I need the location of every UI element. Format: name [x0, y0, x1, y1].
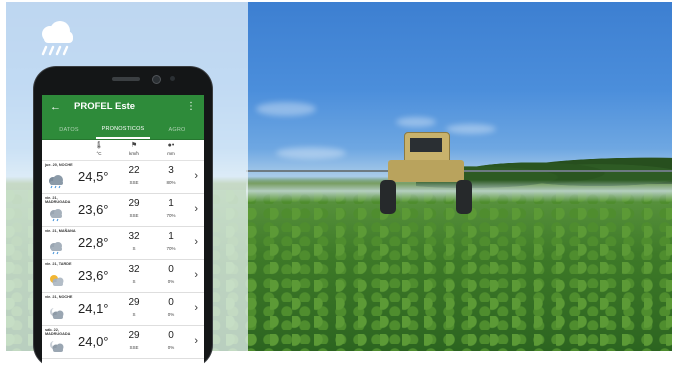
wind-direction: S — [132, 246, 136, 251]
rain-amount-value: 1 — [168, 198, 174, 209]
wind-speed-value: 32 — [128, 264, 140, 275]
arrow-back-icon[interactable]: ← — [50, 100, 61, 114]
smartphone: ← PROFEL Este ⋮ DATOS PRONOSTICOS AGRO 🌡… — [34, 67, 212, 367]
forecast-list: jue. 20, NOCHE 24,5° 22 SSE 3 80% › vie.… — [42, 161, 204, 359]
sprayer-tractor — [376, 132, 476, 216]
front-camera-icon — [152, 75, 161, 84]
wind-speed-value: 22 — [128, 165, 140, 176]
forecast-row[interactable]: vie. 21, MADRUGADA 23,6° 29 SSE 1 70% › — [42, 194, 204, 227]
wind-direction: SSE — [129, 345, 139, 350]
rain-amount-value: 3 — [168, 165, 174, 176]
thermometer-icon: 🌡 — [94, 142, 104, 149]
temperature-value: 24,5° — [78, 169, 109, 184]
chevron-right-icon[interactable]: › — [194, 170, 198, 182]
rain-probability: 70% — [166, 246, 176, 251]
chevron-right-icon[interactable]: › — [194, 203, 198, 215]
rain-cloud-icon — [49, 175, 63, 189]
rain-amount-value: 0 — [168, 264, 174, 275]
column-header: 🌡 °C ⚑ km/h ●• mm — [42, 140, 204, 161]
temperature-value: 24,1° — [78, 301, 109, 316]
rain-amount-value: 0 — [168, 330, 174, 341]
wind-speed-value: 32 — [128, 231, 140, 242]
sensor-icon — [170, 76, 175, 81]
chevron-right-icon[interactable]: › — [194, 236, 198, 248]
period-label: vie. 21, MADRUGADA — [45, 196, 71, 205]
sun-cloud-icon — [50, 275, 64, 286]
rain-drops-icon: ●• — [167, 142, 175, 149]
wind-unit: km/h — [129, 151, 139, 156]
rain-probability: 0% — [167, 312, 175, 317]
period-label: vie. 21, MAÑANA — [45, 229, 76, 233]
temp-column: 🌡 °C — [87, 141, 111, 156]
rain-amount-value: 1 — [168, 231, 174, 242]
wind-direction: SSE — [129, 180, 139, 185]
phone-speaker — [112, 77, 140, 81]
forecast-row[interactable]: sáb. 22, MADRUGADA 24,0° 29 SSE 0 0% › — [42, 326, 204, 359]
temperature-value: 23,6° — [78, 202, 109, 217]
rain-probability: 0% — [167, 345, 175, 350]
wind-flag-icon: ⚑ — [130, 142, 138, 149]
wind-speed-value: 29 — [128, 330, 140, 341]
period-label: sáb. 22, MADRUGADA — [45, 328, 71, 337]
app-screen: ← PROFEL Este ⋮ DATOS PRONOSTICOS AGRO 🌡… — [42, 95, 204, 367]
forecast-row[interactable]: vie. 21, MAÑANA 22,8° 32 S 1 70% › — [42, 227, 204, 260]
rain-probability: 0% — [167, 279, 175, 284]
temperature-value: 22,8° — [78, 235, 109, 250]
moon-cloud-icon — [50, 307, 64, 319]
rain-probability: 70% — [166, 213, 176, 218]
period-label: vie. 21, NOCHE — [45, 295, 73, 299]
cloud-rain-icon — [50, 209, 62, 222]
period-label: jue. 20, NOCHE — [45, 163, 73, 167]
temp-unit: °C — [96, 151, 102, 156]
tab-bar: DATOS PRONOSTICOS AGRO — [42, 121, 204, 140]
wind-speed-value: 29 — [128, 198, 140, 209]
rain-probability: 80% — [166, 180, 176, 185]
chevron-right-icon[interactable]: › — [194, 269, 198, 281]
tab-pronosticos[interactable]: PRONOSTICOS — [96, 121, 150, 139]
temperature-value: 24,0° — [78, 334, 109, 349]
cloud-rain-icon — [50, 242, 62, 255]
rain-amount-value: 0 — [168, 297, 174, 308]
chevron-right-icon[interactable]: › — [194, 335, 198, 347]
rain-unit: mm — [167, 151, 175, 156]
app-title: PROFEL Este — [74, 101, 136, 112]
wind-direction: S — [132, 279, 136, 284]
tab-datos[interactable]: DATOS — [42, 121, 96, 139]
wind-speed-value: 29 — [128, 297, 140, 308]
forecast-row[interactable]: jue. 20, NOCHE 24,5° 22 SSE 3 80% › — [42, 161, 204, 194]
period-label: vie. 21, TARDE — [45, 262, 72, 266]
more-vert-icon[interactable]: ⋮ — [186, 100, 196, 114]
rain-column: ●• mm — [159, 141, 183, 156]
rain-cloud-logo-icon — [41, 21, 73, 56]
wind-column: ⚑ km/h — [122, 141, 146, 156]
wind-direction: S — [132, 312, 136, 317]
moon-cloud-icon — [50, 340, 64, 352]
forecast-row[interactable]: vie. 21, NOCHE 24,1° 29 S 0 0% › — [42, 293, 204, 326]
forecast-row[interactable]: vie. 21, TARDE 23,6° 32 S 0 0% › — [42, 260, 204, 293]
wind-direction: SSE — [129, 213, 139, 218]
tab-agro[interactable]: AGRO — [150, 121, 204, 139]
chevron-right-icon[interactable]: › — [194, 302, 198, 314]
app-bar: ← PROFEL Este ⋮ — [42, 95, 204, 121]
temperature-value: 23,6° — [78, 268, 109, 283]
